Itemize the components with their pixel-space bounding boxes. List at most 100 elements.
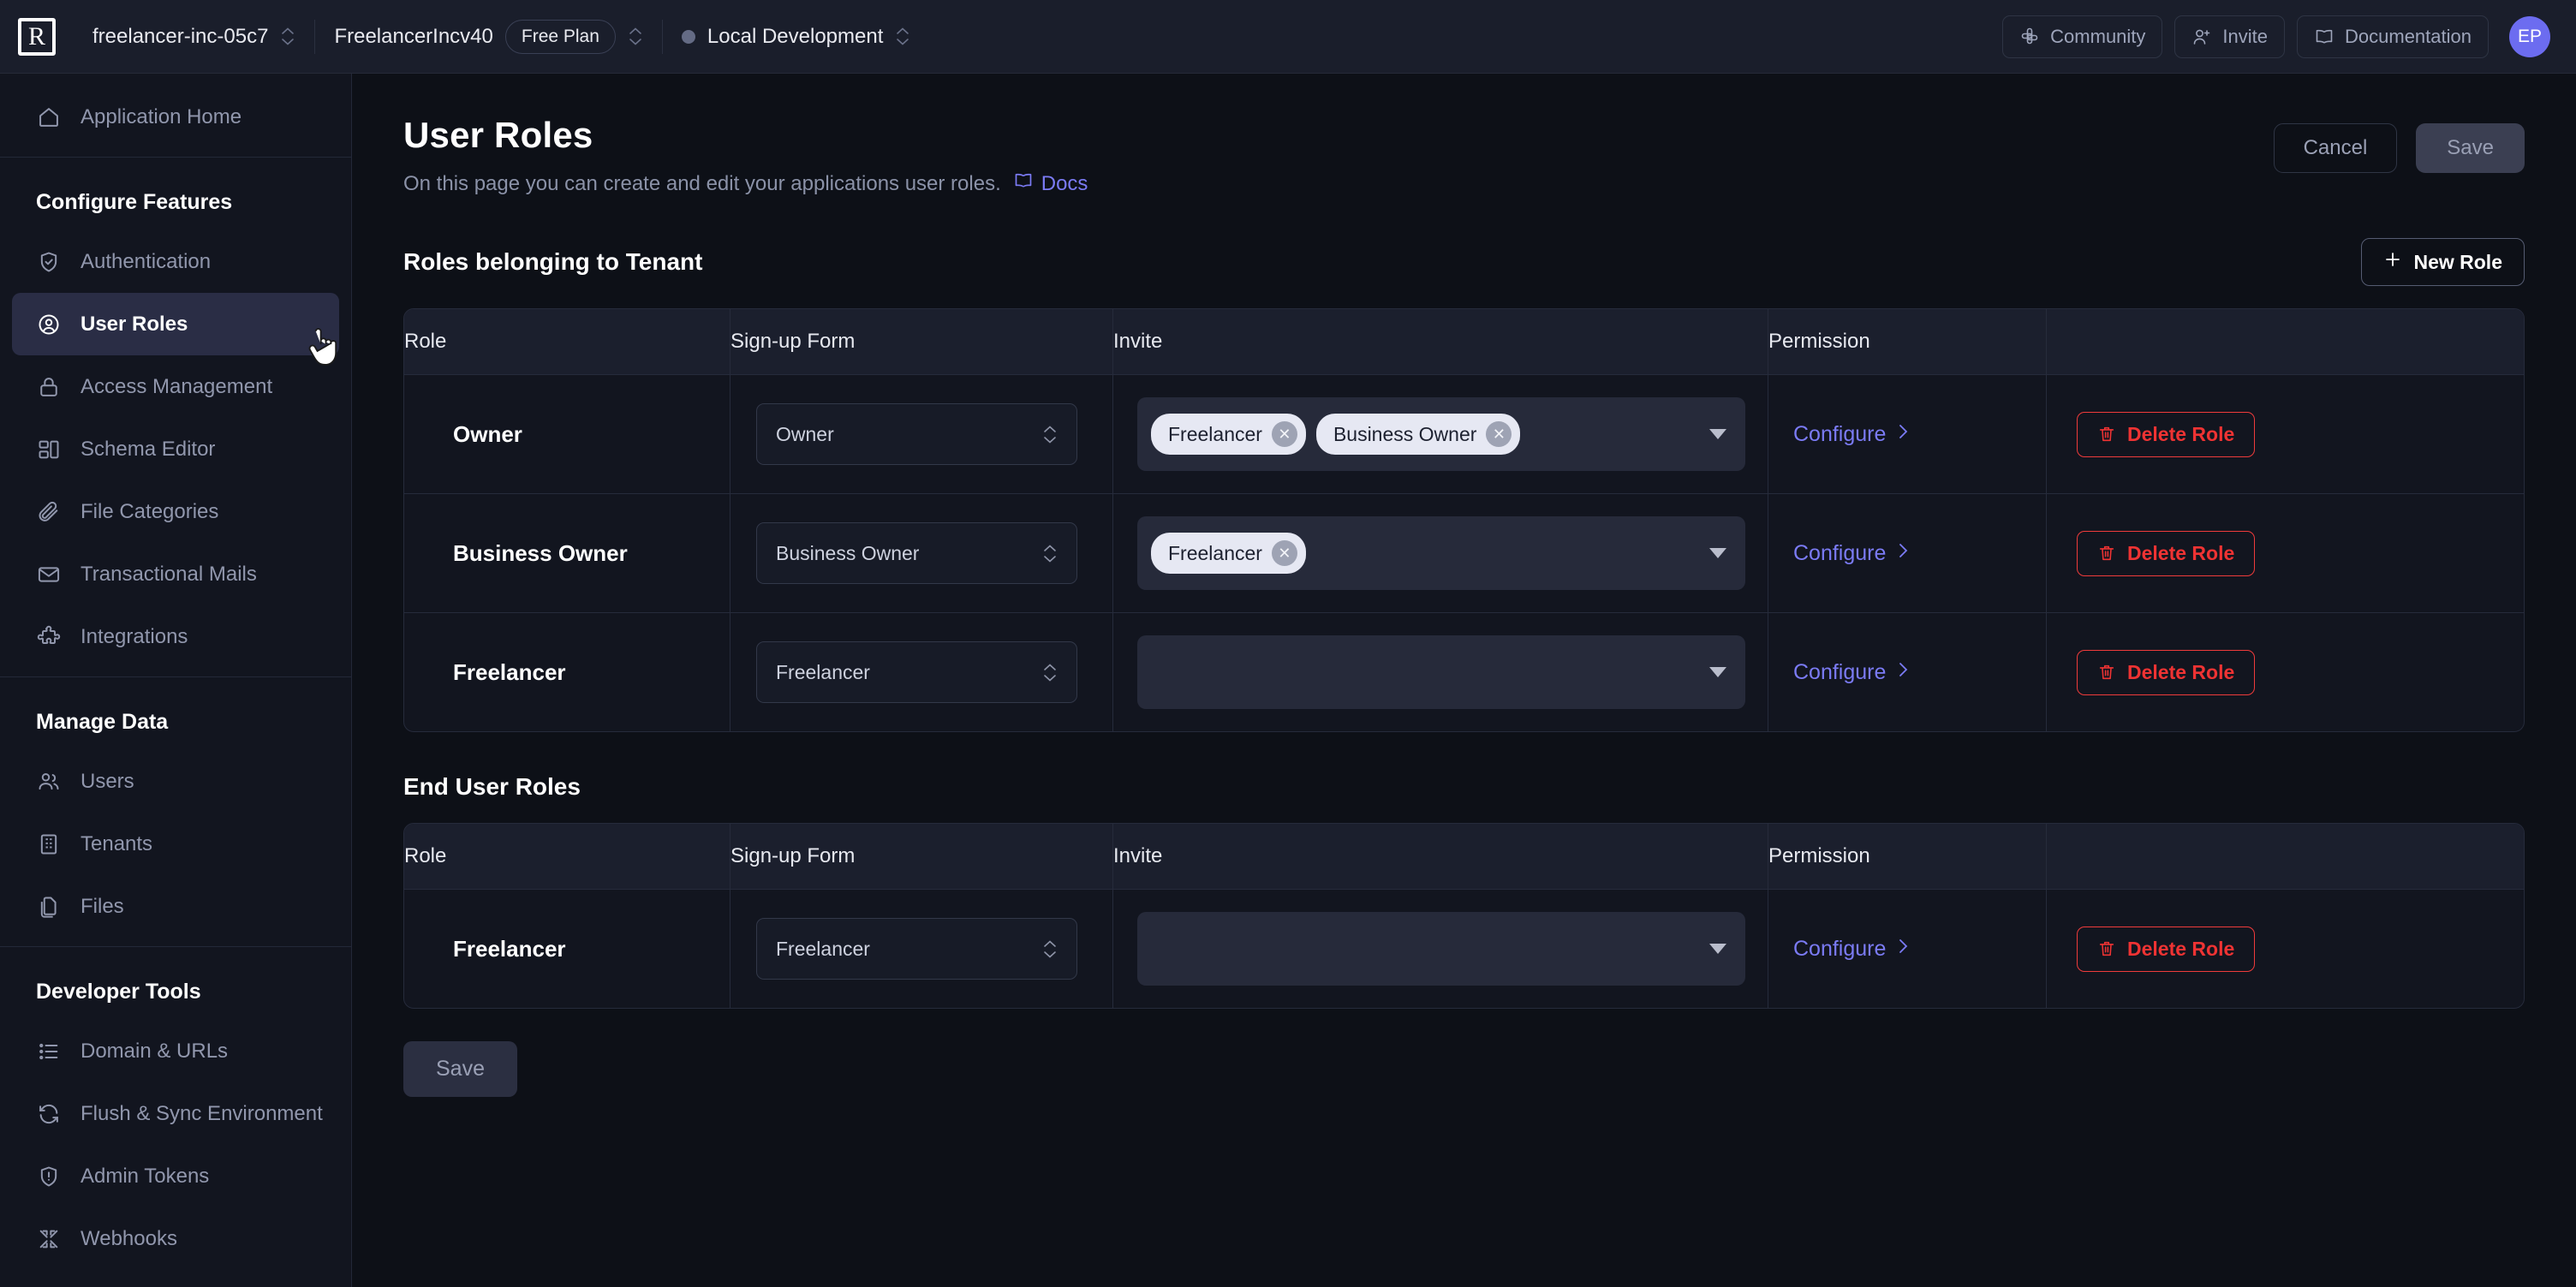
sidebar-item-label: Authentication (80, 249, 212, 273)
sidebar-item-webhooks[interactable]: Webhooks (12, 1207, 339, 1270)
home-icon (36, 104, 62, 130)
invite-chip[interactable]: Freelancer ✕ (1151, 414, 1306, 455)
chevron-updown-icon (1042, 663, 1058, 682)
chevron-down-icon (1709, 548, 1726, 558)
avatar[interactable]: EP (2509, 15, 2550, 57)
sidebar-item-access-management[interactable]: Access Management (12, 355, 339, 418)
delete-role-button[interactable]: Delete Role (2077, 530, 2256, 576)
invite-multiselect[interactable] (1137, 912, 1745, 986)
divider (0, 676, 351, 677)
docs-link[interactable]: Docs (1013, 170, 1088, 197)
sidebar-item-admin-tokens[interactable]: Admin Tokens (12, 1145, 339, 1207)
column-header-permission: Permission (1768, 309, 2047, 374)
app-name: FreelancerIncv40 (334, 24, 493, 48)
docs-label: Docs (1041, 171, 1088, 195)
role-name: Freelancer (453, 935, 566, 962)
sidebar-item-domain-urls[interactable]: Domain & URLs (12, 1020, 339, 1082)
chevron-right-icon (1897, 421, 1911, 448)
save-bottom-button[interactable]: Save (403, 1041, 517, 1097)
invite-chip-label: Business Owner (1333, 422, 1477, 445)
delete-role-button[interactable]: Delete Role (2077, 649, 2256, 695)
save-button[interactable]: Save (2416, 123, 2525, 173)
chevron-right-icon (1897, 540, 1911, 567)
page-content: Roles belonging to Tenant New Role Role … (352, 223, 2576, 1097)
invite-chip[interactable]: Freelancer ✕ (1151, 533, 1306, 574)
sidebar-item-label: User Roles (80, 312, 188, 336)
sidebar-item-transactional-mails[interactable]: Transactional Mails (12, 543, 339, 605)
configure-link[interactable]: Configure (1793, 659, 1911, 686)
plus-icon (2383, 250, 2402, 274)
cancel-button[interactable]: Cancel (2273, 123, 2398, 173)
divider (0, 157, 351, 158)
signup-form-select[interactable]: Freelancer (756, 918, 1077, 980)
sidebar-item-label: Users (80, 769, 134, 793)
table-header-row: Role Sign-up Form Invite Permission (404, 824, 2524, 890)
signup-form-select[interactable]: Business Owner (756, 522, 1077, 584)
trash-icon (2097, 663, 2116, 682)
sidebar-item-schema-editor[interactable]: Schema Editor (12, 418, 339, 480)
sidebar-item-flush-sync-environment[interactable]: Flush & Sync Environment (12, 1082, 339, 1145)
page-header: User Roles On this page you can create a… (352, 74, 2576, 223)
delete-role-button[interactable]: Delete Role (2077, 926, 2256, 972)
table-row: Freelancer Freelancer Configure Delete R… (404, 613, 2524, 731)
invite-multiselect[interactable] (1137, 635, 1745, 709)
page-subtitle-row: On this page you can create and edit you… (403, 170, 2274, 197)
new-role-button[interactable]: New Role (2361, 238, 2525, 286)
invite-label: Invite (2222, 25, 2269, 47)
signup-form-select[interactable]: Owner (756, 403, 1077, 465)
app-selector[interactable]: FreelancerIncv40 Free Plan (315, 0, 661, 74)
page-title: User Roles (403, 115, 593, 155)
org-selector[interactable]: freelancer-inc-05c7 (74, 0, 314, 74)
app-logo[interactable]: R (0, 0, 74, 74)
delete-role-button[interactable]: Delete Role (2077, 411, 2256, 457)
trash-icon (2097, 544, 2116, 563)
top-bar: R freelancer-inc-05c7 FreelancerIncv40 F… (0, 0, 2576, 74)
configure-link[interactable]: Configure (1793, 540, 1911, 567)
signup-form-value: Freelancer (776, 937, 870, 960)
signup-form-value: Freelancer (776, 660, 870, 683)
environment-selector[interactable]: Local Development (663, 0, 929, 74)
user-plus-icon (2191, 27, 2212, 47)
sidebar-item-label: Webhooks (80, 1226, 177, 1250)
tenant-section-title: Roles belonging to Tenant (403, 248, 703, 275)
sidebar-item-user-roles[interactable]: User Roles (12, 293, 339, 355)
top-bar-actions: Community Invite Documentation (2002, 15, 2489, 58)
user-circle-icon (36, 312, 62, 337)
new-role-label: New Role (2413, 250, 2502, 273)
signup-form-value: Business Owner (776, 541, 920, 564)
table-row: Business Owner Business Owner Freelancer… (404, 494, 2524, 613)
sidebar-item-integrations[interactable]: Integrations (12, 605, 339, 668)
end-user-roles-table: Role Sign-up Form Invite Permission Free… (403, 823, 2525, 1009)
sidebar-item-authentication[interactable]: Authentication (12, 230, 339, 293)
shield-alert-icon (36, 1164, 62, 1189)
sidebar-item-tenants[interactable]: Tenants (12, 813, 339, 875)
page-header-text: User Roles On this page you can create a… (403, 115, 2274, 197)
remove-chip-icon[interactable]: ✕ (1486, 421, 1512, 447)
signup-form-cell: Freelancer (730, 613, 1113, 731)
environment-name: Local Development (707, 24, 884, 48)
invite-button[interactable]: Invite (2174, 15, 2286, 58)
documentation-button[interactable]: Documentation (2297, 15, 2489, 58)
remove-chip-icon[interactable]: ✕ (1271, 540, 1297, 566)
delete-role-label: Delete Role (2127, 937, 2235, 960)
signup-form-select[interactable]: Freelancer (756, 641, 1077, 703)
configure-link[interactable]: Configure (1793, 936, 1911, 962)
puzzle-icon (36, 624, 62, 650)
remove-chip-icon[interactable]: ✕ (1271, 421, 1297, 447)
permission-cell: Configure (1768, 613, 2047, 731)
plan-badge[interactable]: Free Plan (504, 19, 616, 54)
sidebar-item-application-home[interactable]: Application Home (12, 86, 339, 148)
sidebar-item-file-categories[interactable]: File Categories (12, 480, 339, 543)
invite-multiselect[interactable]: Freelancer ✕ Business Owner ✕ (1137, 397, 1745, 471)
sidebar-item-users[interactable]: Users (12, 750, 339, 813)
community-button[interactable]: Community (2002, 15, 2163, 58)
app-shell: Application Home Configure Features Auth… (0, 74, 2576, 1287)
actions-cell: Delete Role (2047, 375, 2524, 493)
invite-multiselect[interactable]: Freelancer ✕ (1137, 516, 1745, 590)
sidebar-item-files[interactable]: Files (12, 875, 339, 938)
permission-cell: Configure (1768, 375, 2047, 493)
delete-role-label: Delete Role (2127, 660, 2235, 683)
configure-link[interactable]: Configure (1793, 421, 1911, 448)
invite-chip[interactable]: Business Owner ✕ (1315, 414, 1521, 455)
chevron-updown-icon (895, 27, 910, 45)
